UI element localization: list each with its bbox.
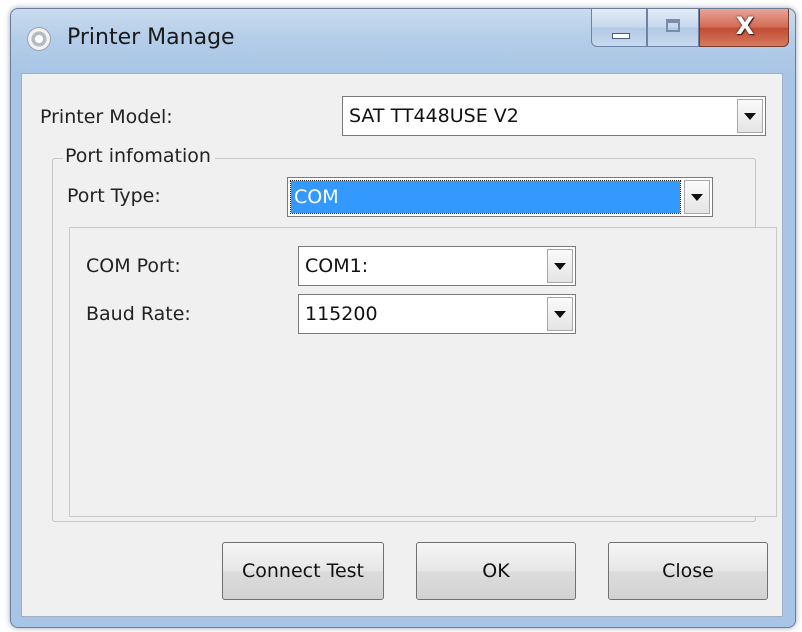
baud-rate-value: 115200 bbox=[305, 303, 378, 325]
chevron-down-icon bbox=[554, 310, 566, 318]
port-information-group: Port infomation Port Type: COM COM Port:… bbox=[52, 145, 777, 522]
baud-rate-label: Baud Rate: bbox=[86, 303, 191, 325]
maximize-icon bbox=[666, 19, 680, 32]
close-icon: X bbox=[735, 12, 755, 40]
window-controls: X bbox=[591, 9, 789, 49]
minimize-icon bbox=[612, 33, 630, 39]
chevron-down-icon bbox=[691, 193, 703, 201]
com-port-select[interactable]: COM1: bbox=[298, 246, 576, 286]
baud-rate-dropdown-button[interactable] bbox=[547, 297, 573, 331]
port-type-dropdown-button[interactable] bbox=[684, 180, 710, 214]
com-port-dropdown-button[interactable] bbox=[547, 249, 573, 283]
ok-button[interactable]: OK bbox=[416, 542, 576, 600]
window-title: Printer Manage bbox=[67, 25, 235, 50]
minimize-button[interactable] bbox=[591, 9, 647, 47]
dialog-body: Printer Model: SAT TT448USE V2 Port info… bbox=[21, 73, 783, 617]
chevron-down-icon bbox=[744, 112, 756, 120]
com-port-label: COM Port: bbox=[86, 255, 181, 277]
printer-model-label: Printer Model: bbox=[40, 106, 173, 128]
com-port-value: COM1: bbox=[305, 255, 369, 277]
gear-icon bbox=[27, 27, 51, 51]
title-bar[interactable]: Printer Manage X bbox=[11, 9, 795, 73]
com-settings-panel: COM Port: COM1: Baud Rate: 115200 bbox=[69, 227, 777, 517]
maximize-button[interactable] bbox=[647, 9, 699, 47]
printer-model-dropdown-button[interactable] bbox=[737, 99, 763, 133]
close-button[interactable]: Close bbox=[608, 542, 768, 600]
chevron-down-icon bbox=[554, 262, 566, 270]
baud-rate-select[interactable]: 115200 bbox=[298, 294, 576, 334]
close-window-button[interactable]: X bbox=[699, 9, 789, 47]
port-information-legend: Port infomation bbox=[63, 145, 215, 167]
port-type-value: COM bbox=[290, 180, 681, 214]
port-type-label: Port Type: bbox=[67, 185, 161, 207]
connect-test-button[interactable]: Connect Test bbox=[222, 542, 384, 600]
printer-manage-window: Printer Manage X Printer Model: SAT TT44… bbox=[10, 8, 796, 628]
printer-model-value: SAT TT448USE V2 bbox=[349, 105, 519, 127]
port-type-select[interactable]: COM bbox=[287, 177, 713, 217]
printer-model-select[interactable]: SAT TT448USE V2 bbox=[342, 96, 766, 136]
